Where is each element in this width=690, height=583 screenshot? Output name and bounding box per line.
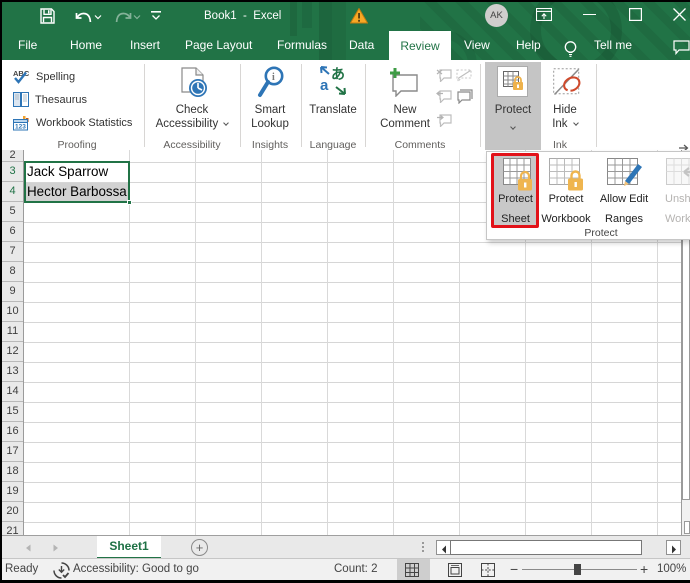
svg-text:あ: あ bbox=[331, 66, 345, 82]
svg-text:i: i bbox=[272, 72, 275, 83]
svg-text:a: a bbox=[320, 77, 329, 94]
svg-text:123: 123 bbox=[15, 124, 26, 131]
